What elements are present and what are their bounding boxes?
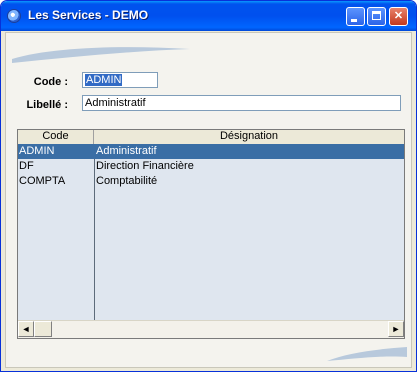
cell-designation: Comptabilité — [96, 175, 158, 187]
minimize-icon — [351, 19, 357, 22]
decorative-swoosh-top — [12, 47, 190, 63]
cell-designation: Administratif — [96, 145, 157, 157]
maximize-icon — [372, 11, 381, 20]
cell-designation: Direction Financière — [96, 160, 194, 172]
code-value: ADMIN — [85, 74, 123, 86]
libelle-value: Administratif — [85, 97, 146, 109]
libelle-field[interactable]: Administratif — [82, 95, 401, 111]
maximize-button[interactable] — [367, 7, 386, 26]
scrollbar-thumb[interactable] — [34, 321, 52, 337]
cell-code: COMPTA — [19, 175, 66, 187]
code-field[interactable]: ADMIN — [82, 72, 158, 88]
app-icon[interactable] — [7, 9, 21, 23]
scroll-right-button[interactable]: ► — [388, 321, 404, 337]
table-row[interactable]: COMPTA Comptabilité — [18, 174, 404, 189]
cell-code: DF — [19, 160, 34, 172]
column-header-code[interactable]: Code — [18, 130, 94, 144]
scroll-right-arrow-icon: ► — [391, 324, 401, 334]
table-row[interactable]: DF Direction Financière — [18, 159, 404, 174]
cell-code: ADMIN — [19, 145, 55, 157]
close-icon: ✕ — [393, 10, 404, 22]
close-button[interactable]: ✕ — [389, 7, 408, 26]
libelle-label: Libellé : — [26, 99, 68, 111]
services-table[interactable]: Code Désignation ADMIN Administratif DF … — [17, 129, 405, 339]
column-header-designation[interactable]: Désignation — [94, 130, 404, 144]
minimize-button[interactable] — [346, 7, 365, 26]
form-area: Code : ADMIN Libellé : Administratif Cod… — [5, 32, 412, 368]
code-label: Code : — [33, 76, 68, 88]
horizontal-scrollbar[interactable]: ◄ ► — [18, 320, 404, 338]
title-bar[interactable]: Les Services - DEMO ✕ — [1, 1, 416, 31]
services-window: Les Services - DEMO ✕ Code : ADMIN Libel… — [0, 0, 417, 372]
table-header: Code Désignation — [18, 130, 404, 145]
window-title: Les Services - DEMO — [28, 8, 149, 22]
table-row[interactable]: ADMIN Administratif — [18, 144, 404, 159]
scroll-left-arrow-icon: ◄ — [21, 324, 31, 334]
decorative-swoosh-bottom — [327, 347, 407, 361]
scroll-left-button[interactable]: ◄ — [18, 321, 34, 337]
